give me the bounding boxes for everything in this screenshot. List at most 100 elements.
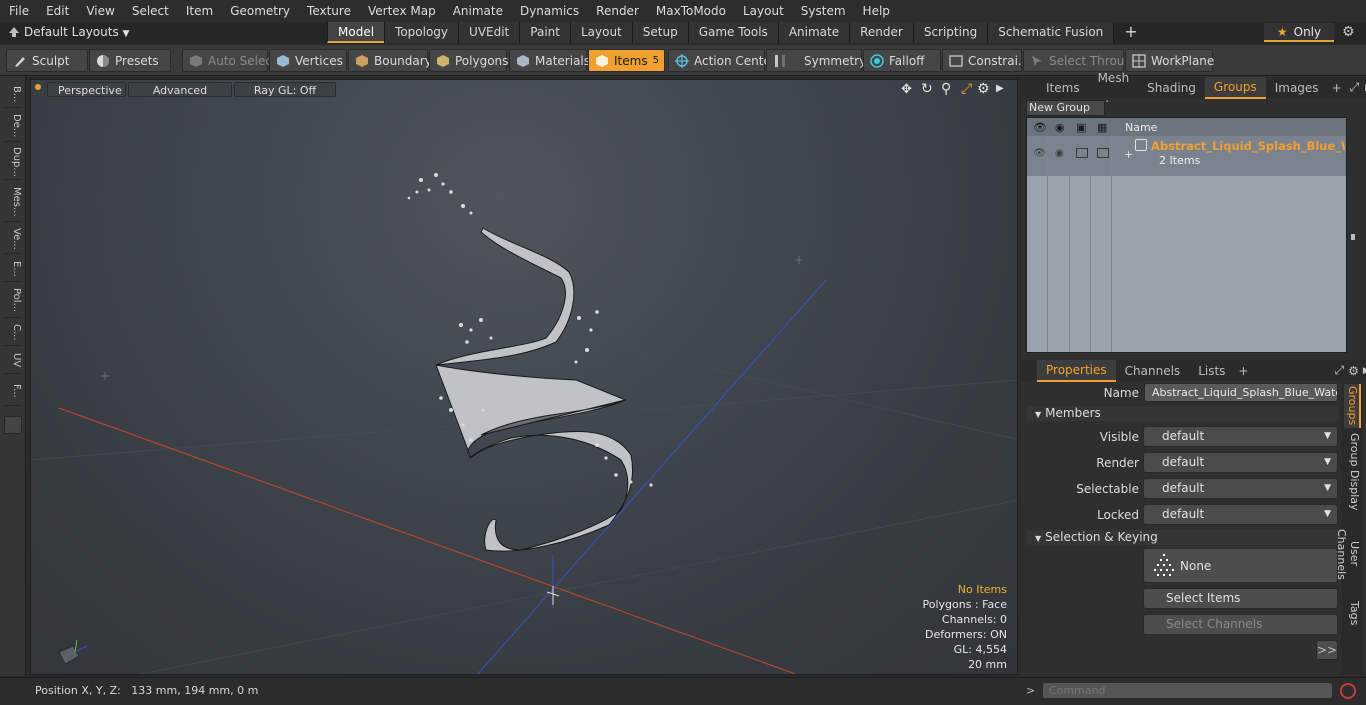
menu-texture[interactable]: Texture (298, 0, 359, 22)
row-eye-icon[interactable]: 👁 (1033, 148, 1046, 159)
viewport-gear-icon[interactable]: ⚙ (977, 81, 990, 97)
tab-render[interactable]: Render (849, 22, 913, 43)
tab-properties[interactable]: Properties (1037, 359, 1116, 382)
action-center-button[interactable]: Action Center (668, 49, 776, 72)
menu-render[interactable]: Render (587, 0, 647, 22)
tab-groups[interactable]: Groups (1204, 76, 1266, 99)
left-tab-vertex[interactable]: Ve... (4, 224, 22, 254)
polygons-button[interactable]: Polygons (429, 49, 508, 72)
row-lock-checkbox[interactable] (1076, 148, 1088, 158)
menu-dynamics[interactable]: Dynamics (511, 0, 587, 22)
left-strip-toggle[interactable] (4, 416, 22, 434)
tab-model[interactable]: Model (327, 22, 385, 43)
menu-help[interactable]: Help (854, 0, 898, 22)
move-view-icon[interactable]: ✥ (901, 82, 912, 97)
menu-edit[interactable]: Edit (37, 0, 77, 22)
side-tab-group-display[interactable]: Group Display (1344, 432, 1361, 512)
render-dropdown[interactable]: default ▼ (1143, 452, 1338, 473)
only-button[interactable]: ★ Only (1264, 23, 1334, 42)
name-input[interactable]: Abstract_Liquid_Splash_Blue_Water ( (1144, 383, 1338, 402)
menu-maxtomodo[interactable]: MaxToModo (647, 0, 734, 22)
menu-geometry[interactable]: Geometry (221, 0, 298, 22)
menu-vertex-map[interactable]: Vertex Map (359, 0, 444, 22)
menu-animate[interactable]: Animate (444, 0, 511, 22)
materials-button[interactable]: Materials (509, 49, 590, 72)
viewport-menu-dot-icon[interactable] (35, 84, 41, 90)
tab-items[interactable]: Items (1037, 78, 1089, 98)
groups-scrollbar[interactable] (1351, 234, 1355, 240)
viewport-expand-icon[interactable]: ▶ (996, 83, 1004, 94)
gear-icon[interactable]: ⚙ (1342, 24, 1355, 40)
add-tab-button[interactable]: + (1113, 22, 1148, 43)
side-tab-tags[interactable]: Tags (1344, 596, 1361, 630)
new-group-button[interactable]: New Group (1026, 100, 1105, 116)
menu-file[interactable]: File (0, 0, 37, 22)
maximize-view-icon[interactable]: ⤢ (961, 81, 972, 97)
record-icon[interactable] (1340, 683, 1356, 699)
side-tab-groups[interactable]: Groups (1344, 384, 1361, 428)
symmetry-button[interactable]: Symmetry (766, 49, 866, 72)
left-tab-basic[interactable]: B... (4, 82, 22, 108)
left-tab-edge[interactable]: E... (4, 256, 22, 282)
tab-schematic-fusion[interactable]: Schematic Fusion (987, 22, 1114, 43)
rotate-view-icon[interactable]: ↻ (921, 81, 933, 97)
render-icon[interactable]: ◉ (1055, 121, 1065, 134)
menu-select[interactable]: Select (123, 0, 177, 22)
workplane-button[interactable]: WorkPlane (1125, 49, 1214, 72)
advanced-button[interactable]: Advanced (128, 82, 232, 97)
falloff-button[interactable]: Falloff (863, 49, 941, 72)
items-button[interactable]: Items 5 (588, 49, 665, 72)
tab-topology[interactable]: Topology (384, 22, 459, 43)
left-tab-curve[interactable]: C... (4, 320, 22, 346)
constraints-button[interactable]: Constrai... (942, 49, 1029, 72)
menu-layout[interactable]: Layout (734, 0, 792, 22)
left-tab-duplicate[interactable]: Dup... (4, 144, 22, 180)
tab-animate[interactable]: Animate (777, 22, 850, 43)
menu-system[interactable]: System (792, 0, 854, 22)
tab-game-tools[interactable]: Game Tools (687, 22, 778, 43)
perspective-button[interactable]: Perspective (47, 82, 126, 97)
expand-plus-icon[interactable]: + (1124, 148, 1133, 161)
left-tab-uv[interactable]: UV (4, 348, 22, 374)
auto-select-button[interactable]: Auto Select (182, 49, 277, 72)
lock-icon[interactable]: ▣ (1076, 121, 1086, 134)
presets-button[interactable]: Presets (89, 49, 171, 72)
tab-scripting[interactable]: Scripting (912, 22, 988, 43)
default-layouts-dropdown[interactable]: Default Layouts ▼ (24, 24, 129, 41)
side-tab-user-channels[interactable]: User Channels (1335, 516, 1361, 592)
add-properties-tab-button[interactable]: + (1234, 361, 1252, 381)
tab-layout[interactable]: Layout (569, 22, 632, 43)
row-select-checkbox[interactable] (1097, 148, 1109, 158)
left-tab-polygon[interactable]: Pol... (4, 284, 22, 318)
tab-channels[interactable]: Channels (1116, 361, 1190, 381)
properties-maximize-icon[interactable]: ⤢ (1334, 363, 1344, 378)
eye-icon[interactable]: 👁 (1033, 121, 1047, 134)
sculpt-button[interactable]: Sculpt (6, 49, 88, 72)
row-render-icon[interactable]: ◉ (1055, 148, 1064, 159)
left-tab-deform[interactable]: De... (4, 110, 22, 142)
properties-gear-icon[interactable]: ⚙ (1348, 364, 1359, 378)
locked-dropdown[interactable]: default ▼ (1143, 504, 1338, 525)
boundary-button[interactable]: Boundary (348, 49, 432, 72)
visible-dropdown[interactable]: default ▼ (1143, 426, 1338, 447)
3d-viewport[interactable]: Perspective Advanced Ray GL: Off ✥ ↻ ⚲ ⤢… (30, 79, 1018, 675)
menu-view[interactable]: View (77, 0, 122, 22)
layout-arrow-icon[interactable] (8, 25, 20, 39)
raygl-button[interactable]: Ray GL: Off (234, 82, 336, 97)
selectable-dropdown[interactable]: default ▼ (1143, 478, 1338, 499)
selection-keying-section-header[interactable]: ▼ Selection & Keying (1027, 530, 1338, 545)
left-tab-mesh[interactable]: Mes... (4, 182, 22, 222)
none-keying-button[interactable]: None (1143, 548, 1338, 583)
tab-shading[interactable]: Shading (1138, 78, 1205, 98)
menu-item[interactable]: Item (177, 0, 221, 22)
tab-lists[interactable]: Lists (1189, 361, 1234, 381)
tab-images[interactable]: Images (1266, 78, 1328, 98)
more-button[interactable]: >> (1316, 640, 1338, 660)
select-channels-button[interactable]: Select Channels (1143, 614, 1338, 635)
tab-setup[interactable]: Setup (631, 22, 688, 43)
select-icon[interactable]: ▦ (1097, 121, 1107, 134)
vertices-button[interactable]: Vertices 1 (269, 49, 354, 72)
zoom-view-icon[interactable]: ⚲ (941, 81, 951, 97)
left-tab-fusion[interactable]: F... (4, 376, 22, 406)
tab-uvedit[interactable]: UVEdit (458, 22, 520, 43)
